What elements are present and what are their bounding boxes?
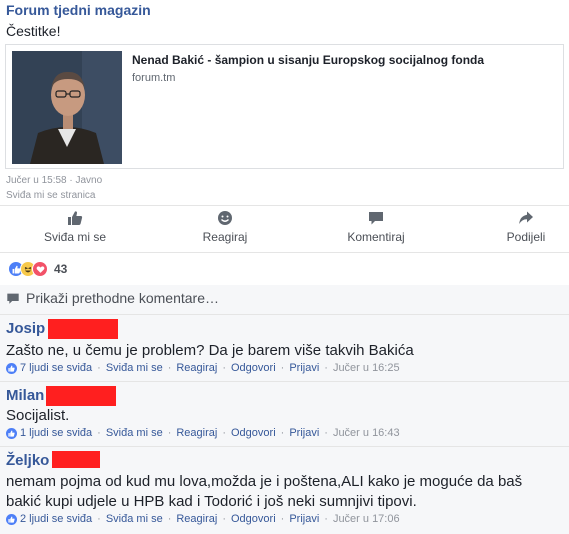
meta-dot: · <box>167 513 172 525</box>
post-timestamp[interactable]: Jučer u 15:58 <box>6 175 67 186</box>
comment-bubble-icon <box>7 293 19 304</box>
comments-panel: Prikaži prethodne komentare… Josip Zašto… <box>0 285 569 534</box>
comment-reply-link[interactable]: Odgovori <box>231 513 276 525</box>
like-button[interactable]: Sviđa mi se <box>40 210 110 244</box>
like-badge-icon <box>6 362 17 374</box>
reaction-count: 43 <box>54 262 68 276</box>
comment-bubble-icon <box>369 212 383 225</box>
post-timestamp-row: Jučer u 15:58 · Javno <box>6 175 102 186</box>
meta-dot: · <box>280 427 285 439</box>
thumbs-up-icon <box>68 211 83 225</box>
comment-time[interactable]: Jučer u 16:25 <box>333 362 400 374</box>
love-icon <box>32 261 48 277</box>
page-name-link[interactable]: Forum tjedni magazin <box>6 2 151 18</box>
reactions-summary[interactable]: 43 <box>8 260 67 278</box>
comment-likes-count[interactable]: 2 ljudi se sviđa <box>20 513 92 525</box>
comment-meta: 2 ljudi se sviđa · Sviđa mi se · Reagira… <box>6 513 400 525</box>
comment-item: Josip Zašto ne, u čemu je problem? Da je… <box>0 315 569 381</box>
share-arrow-icon <box>519 211 533 224</box>
like-badge-icon <box>6 427 17 439</box>
comment-text-line1: nemam pojma od kud mu lova,možda je i po… <box>6 473 523 490</box>
comment-author-link[interactable]: Josip <box>6 320 45 337</box>
meta-dot: · <box>167 362 172 374</box>
comment-meta: 7 ljudi se sviđa · Sviđa mi se · Reagira… <box>6 362 400 374</box>
redaction-bar <box>46 386 116 406</box>
comment-meta: 1 ljudi se sviđa · Sviđa mi se · Reagira… <box>6 427 400 439</box>
meta-dot: · <box>97 362 101 374</box>
link-preview-card[interactable]: Nenad Bakić - šampion u sisanju Europsko… <box>5 44 564 169</box>
meta-dot: · <box>324 513 328 525</box>
comment-react-link[interactable]: Reagiraj <box>176 513 217 525</box>
comment-time[interactable]: Jučer u 16:43 <box>333 427 400 439</box>
comment-author-link[interactable]: Željko <box>6 452 49 469</box>
comment-likes-count[interactable]: 1 ljudi se sviđa <box>20 427 92 439</box>
comment-report-link[interactable]: Prijavi <box>289 427 319 439</box>
meta-dot: · <box>280 513 285 525</box>
post-action-bar: Sviđa mi se Reagiraj Komentiraj Podijeli <box>0 206 569 252</box>
share-button[interactable]: Podijeli <box>496 210 556 244</box>
comment-time[interactable]: Jučer u 17:06 <box>333 513 400 525</box>
link-thumbnail-image[interactable] <box>12 51 122 164</box>
react-button[interactable]: Reagiraj <box>190 210 260 244</box>
meta-dot: · <box>222 427 226 439</box>
meta-dot: · <box>167 427 172 439</box>
comment-like-link[interactable]: Sviđa mi se <box>106 513 163 525</box>
comment-likes-count[interactable]: 7 ljudi se sviđa <box>20 362 92 374</box>
post-privacy: Javno <box>75 175 103 186</box>
redaction-bar <box>52 451 100 468</box>
comment-text: Socijalist. <box>6 407 70 424</box>
comment-react-link[interactable]: Reagiraj <box>176 427 217 439</box>
divider-mid <box>0 252 569 253</box>
comment-like-link[interactable]: Sviđa mi se <box>106 427 163 439</box>
comment-reply-link[interactable]: Odgovori <box>231 362 276 374</box>
like-badge-icon <box>6 513 17 525</box>
comment-text-line2: bakić kupi udjele u HPB kad i Todorić i … <box>6 493 417 510</box>
comment-item: Željko nemam pojma od kud mu lova,možda … <box>0 447 569 534</box>
post-text: Čestitke! <box>6 23 61 39</box>
comment-report-link[interactable]: Prijavi <box>289 513 319 525</box>
like-button-label: Sviđa mi se <box>43 230 107 244</box>
comment-item: Milan Socijalist. 1 ljudi se sviđa · Svi… <box>0 382 569 446</box>
comment-reply-link[interactable]: Odgovori <box>231 427 276 439</box>
redaction-bar <box>48 319 118 339</box>
meta-dot: · <box>324 362 328 374</box>
page-like-link[interactable]: Sviđa mi se stranica <box>6 190 95 201</box>
meta-dot: · <box>97 513 101 525</box>
smiley-icon <box>218 211 232 225</box>
comment-react-link[interactable]: Reagiraj <box>176 362 217 374</box>
comment-button[interactable]: Komentiraj <box>338 210 414 244</box>
meta-dot: · <box>222 362 226 374</box>
meta-dot: · <box>222 513 226 525</box>
link-domain: forum.tm <box>132 72 176 84</box>
show-previous-label: Prikaži prethodne komentare… <box>26 290 219 306</box>
comment-author-link[interactable]: Milan <box>6 387 44 404</box>
meta-dot: · <box>324 427 328 439</box>
react-button-label: Reagiraj <box>202 230 248 244</box>
link-title[interactable]: Nenad Bakić - šampion u sisanju Europsko… <box>132 53 484 67</box>
post-header: Forum tjedni magazin <box>6 2 151 20</box>
meta-dot: · <box>280 362 285 374</box>
show-previous-comments-link[interactable]: Prikaži prethodne komentare… <box>6 290 219 306</box>
comment-report-link[interactable]: Prijavi <box>289 362 319 374</box>
comment-like-link[interactable]: Sviđa mi se <box>106 362 163 374</box>
comment-text: Zašto ne, u čemu je problem? Da je barem… <box>6 342 414 359</box>
comment-button-label: Komentiraj <box>347 230 405 244</box>
meta-dot: · <box>97 427 101 439</box>
share-button-label: Podijeli <box>506 230 546 244</box>
